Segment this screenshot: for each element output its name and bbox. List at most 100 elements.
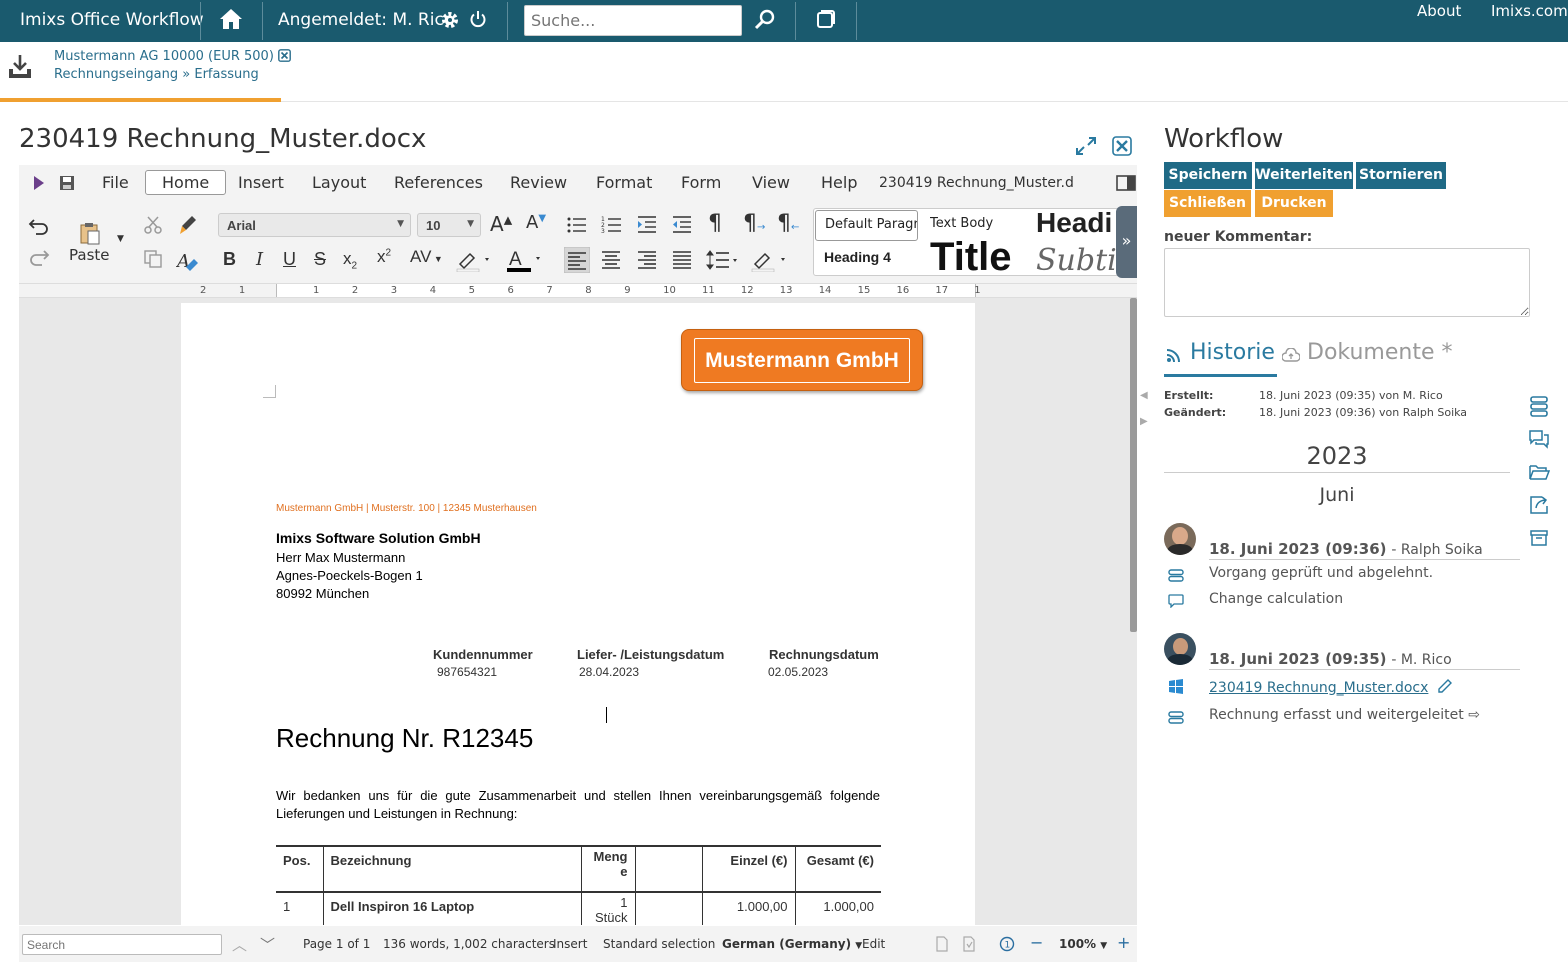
zoom-select[interactable]: 100% ▼ (1059, 937, 1107, 951)
menu-file[interactable]: File (102, 173, 129, 192)
copy-icon[interactable] (143, 249, 163, 269)
zoom-in-icon[interactable]: + (1117, 933, 1130, 952)
selection-mode[interactable]: Standard selection (603, 937, 715, 951)
formatting-marks-icon[interactable]: ¶ (708, 211, 722, 236)
zoom-page-icon[interactable]: 1 (999, 936, 1015, 952)
menu-review[interactable]: Review (510, 173, 567, 192)
redo-icon[interactable] (28, 247, 50, 267)
menu-form[interactable]: Form (681, 173, 721, 192)
expand-toolbar-icon[interactable]: » (1116, 206, 1137, 278)
grow-font-icon[interactable]: A▲ (490, 212, 512, 236)
expand-icon[interactable] (1075, 136, 1097, 156)
cut-icon[interactable] (143, 215, 163, 235)
character-spacing-icon[interactable]: AV ▼ (410, 247, 443, 267)
sidebar-toggle-icon[interactable] (32, 174, 46, 192)
align-center-icon[interactable] (600, 250, 622, 270)
bullet-list-icon[interactable] (566, 215, 588, 235)
insert-mode[interactable]: Insert (553, 937, 587, 951)
close-document-icon[interactable] (1112, 136, 1132, 156)
font-name-select[interactable]: Arial ▼ (218, 213, 411, 237)
menu-format[interactable]: Format (596, 173, 652, 192)
numbered-list-icon[interactable]: 123 (601, 215, 623, 235)
database-icon[interactable] (1528, 395, 1550, 417)
paragraph-ltr-icon[interactable]: ¶→ (743, 211, 765, 236)
breadcrumb-customer[interactable]: Mustermann AG 10000 (EUR 500) (54, 49, 291, 64)
increase-indent-icon[interactable] (636, 215, 658, 235)
document-link-label[interactable]: 230419 Rechnung_Muster.docx (1209, 680, 1428, 696)
pencil-icon[interactable] (1437, 678, 1453, 694)
collapse-right-icon[interactable]: ▶ (1140, 416, 1148, 427)
shrink-font-icon[interactable]: A▼ (526, 212, 546, 233)
font-color-icon[interactable]: A (506, 247, 544, 273)
remove-icon[interactable] (278, 49, 291, 62)
paste-icon[interactable] (79, 221, 101, 245)
sidebar-panel-icon[interactable] (1116, 175, 1136, 191)
about-link[interactable]: About (1417, 0, 1461, 33)
menu-layout[interactable]: Layout (312, 173, 366, 192)
menu-insert[interactable]: Insert (238, 173, 284, 192)
folder-open-icon[interactable] (1528, 461, 1550, 483)
document-search-input[interactable] (22, 934, 222, 955)
font-size-select[interactable]: 10 ▼ (417, 213, 481, 237)
highlight-color-icon[interactable] (456, 248, 494, 272)
document-status-icon[interactable] (962, 936, 976, 952)
style-text-body[interactable]: Text Body (930, 216, 993, 231)
style-title[interactable]: Title (930, 235, 1012, 275)
align-left-icon[interactable] (564, 247, 590, 273)
chevron-down-icon[interactable]: ▼ (117, 234, 124, 244)
search-icon[interactable] (753, 9, 777, 31)
justify-icon[interactable] (671, 250, 693, 270)
close-button[interactable]: Schließen (1164, 190, 1251, 217)
clone-formatting-icon[interactable] (178, 214, 198, 236)
superscript-icon[interactable]: x2 (377, 247, 391, 267)
vertical-scrollbar[interactable] (1130, 298, 1137, 632)
style-default-paragraph[interactable]: Default Paragra (815, 210, 918, 241)
document-link[interactable]: 230419 Rechnung_Muster.docx (1209, 678, 1453, 696)
zoom-out-icon[interactable]: − (1030, 933, 1043, 952)
save-button[interactable]: Speichern (1164, 162, 1252, 189)
style-heading[interactable]: Headi (1036, 209, 1118, 239)
collapse-left-icon[interactable]: ◀ (1140, 390, 1148, 401)
customer-link[interactable]: Mustermann AG 10000 (EUR 500) (54, 49, 274, 64)
archive-icon[interactable] (1528, 527, 1550, 549)
italic-icon[interactable]: I (256, 249, 263, 270)
app-title[interactable]: Imixs Office Workflow (20, 0, 204, 42)
menu-references[interactable]: References (394, 173, 483, 192)
bold-icon[interactable]: B (223, 249, 236, 270)
comment-textarea[interactable] (1164, 248, 1530, 317)
print-button[interactable]: Drucken (1255, 190, 1333, 217)
home-icon[interactable] (219, 8, 243, 30)
paste-label[interactable]: Paste (69, 246, 110, 264)
menu-view[interactable]: View (752, 173, 790, 192)
tab-historie[interactable]: Historie (1164, 338, 1277, 377)
window-icon[interactable] (815, 8, 837, 30)
power-icon[interactable] (469, 10, 487, 28)
search-up-icon[interactable]: ︿ (232, 934, 247, 955)
undo-icon[interactable] (28, 216, 50, 236)
share-icon[interactable] (1528, 494, 1550, 516)
paragraph-rtl-icon[interactable]: ¶← (777, 211, 799, 236)
strikethrough-icon[interactable]: S (314, 249, 326, 270)
align-right-icon[interactable] (636, 250, 658, 270)
clear-formatting-icon[interactable]: A (176, 249, 198, 271)
signature-icon[interactable] (935, 936, 949, 952)
underline-icon[interactable]: U (283, 249, 296, 270)
cancel-process-button[interactable]: Stornieren (1356, 162, 1446, 189)
save-icon[interactable] (59, 175, 75, 191)
language-select[interactable]: German (Germany) ▼ (722, 937, 862, 951)
style-subtitle[interactable]: Subti (1036, 243, 1118, 275)
subscript-icon[interactable]: x2 (343, 249, 357, 271)
style-heading-4[interactable]: Heading 4 (824, 249, 891, 265)
search-input[interactable] (524, 5, 742, 36)
imixs-link[interactable]: Imixs.com (1491, 0, 1568, 33)
search-down-icon[interactable]: ﹀ (260, 934, 275, 955)
paragraph-background-icon[interactable] (751, 248, 791, 272)
menu-home[interactable]: Home (145, 170, 227, 195)
comments-icon[interactable] (1528, 428, 1550, 450)
breadcrumb[interactable]: Rechnungseingang » Erfassung (54, 67, 259, 82)
document-page[interactable]: Mustermann GmbH Mustermann GmbH | Muster… (181, 303, 975, 925)
decrease-indent-icon[interactable] (671, 215, 693, 235)
menu-help[interactable]: Help (821, 173, 857, 192)
edit-mode[interactable]: Edit (862, 937, 885, 951)
line-spacing-icon[interactable] (705, 248, 741, 272)
